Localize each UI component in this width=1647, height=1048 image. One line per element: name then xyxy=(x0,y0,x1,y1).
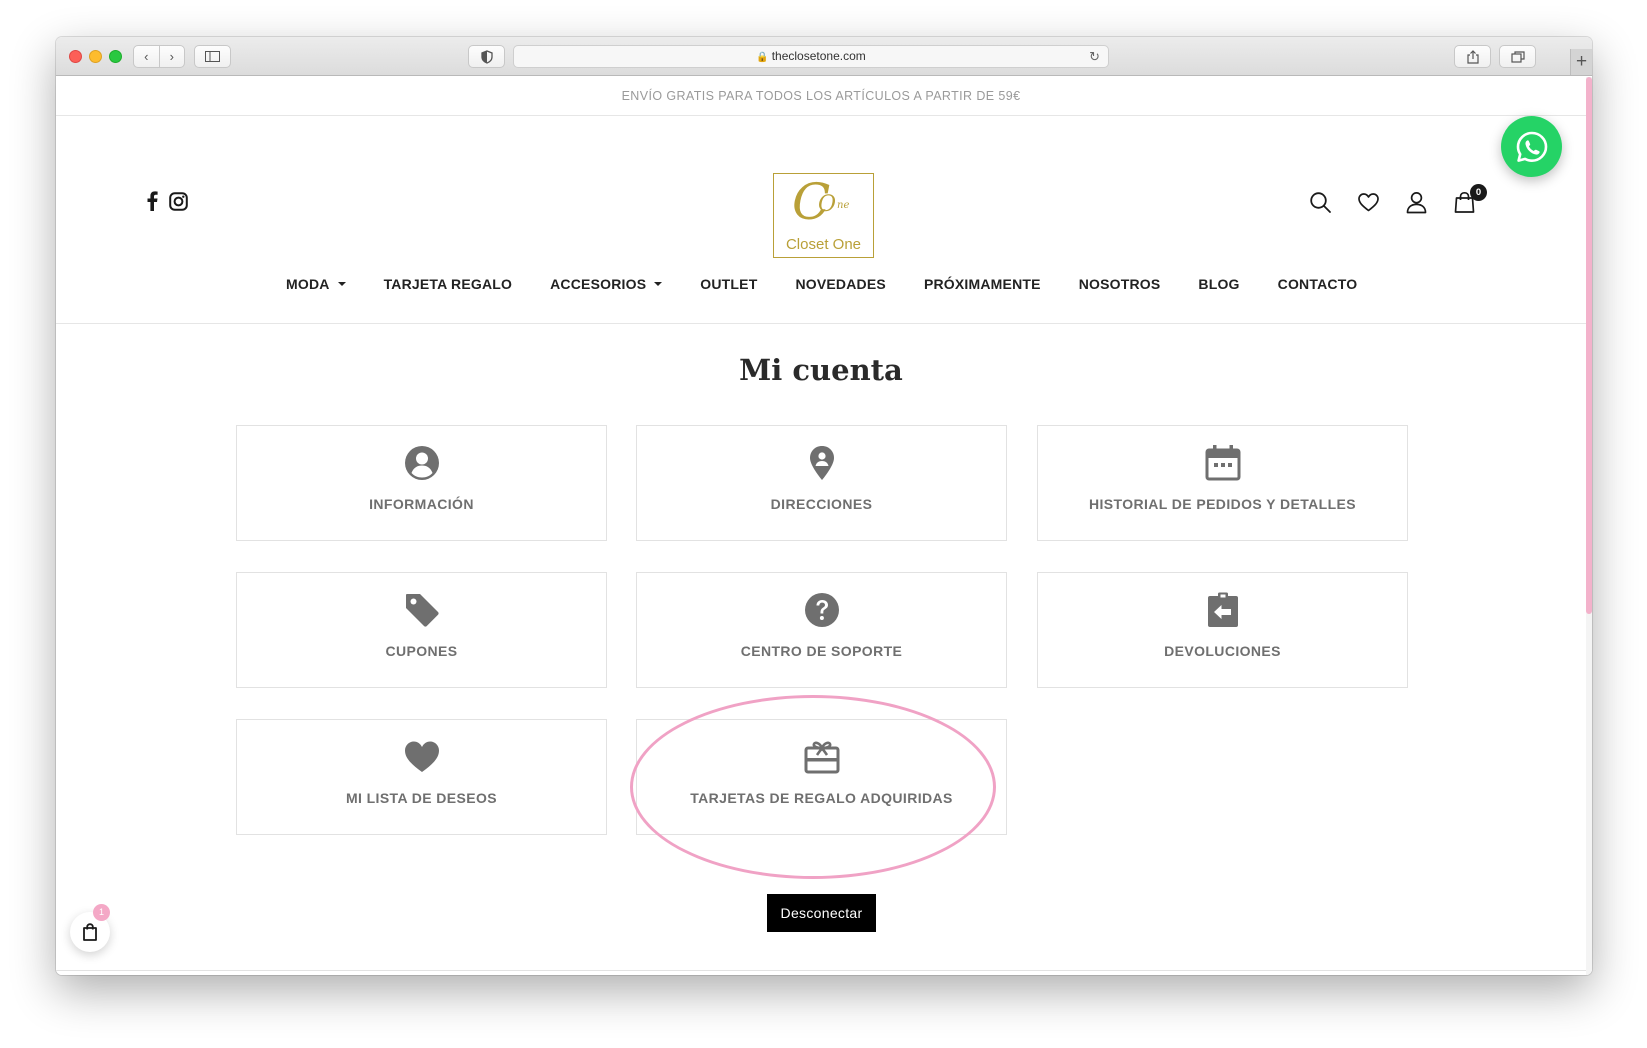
account-tile-informacion[interactable]: INFORMACIÓN xyxy=(236,425,607,541)
logo-text: Closet One xyxy=(785,236,862,253)
shield-icon xyxy=(480,49,493,64)
help-circle-icon xyxy=(804,593,839,627)
scrollbar-track[interactable] xyxy=(1586,77,1592,975)
account-tile-direcciones[interactable]: DIRECCIONES xyxy=(636,425,1007,541)
nav-item-contacto[interactable]: CONTACTO xyxy=(1278,276,1358,292)
nav-item-accesorios[interactable]: ACCESORIOS xyxy=(550,276,663,292)
cart-count-badge: 0 xyxy=(1470,184,1487,201)
close-window-button[interactable] xyxy=(69,50,82,63)
browser-window: ‹ › 🔒 theclosetone.com ↻ + ENVÍO GRATIS … xyxy=(56,37,1592,975)
tag-icon xyxy=(405,594,439,627)
tile-label: INFORMACIÓN xyxy=(369,496,474,512)
nav-item-nosotros[interactable]: NOSOTROS xyxy=(1079,276,1161,292)
tile-label: DIRECCIONES xyxy=(770,496,873,512)
chevron-left-icon[interactable]: ‹ xyxy=(134,46,159,67)
nav-item-label: OUTLET xyxy=(700,276,758,292)
account-tile-lista-de-deseos[interactable]: MI LISTA DE DESEOS xyxy=(236,719,607,835)
privacy-report-button[interactable] xyxy=(468,45,505,68)
lock-icon: 🔒 xyxy=(756,52,769,63)
account-tile-tarjetas-de-regalo[interactable]: TARJETAS DE REGALO ADQUIRIDAS xyxy=(636,719,1007,835)
page-title: Mi cuenta xyxy=(739,353,903,387)
instagram-icon[interactable] xyxy=(169,191,188,211)
tile-label: HISTORIAL DE PEDIDOS Y DETALLES xyxy=(1088,496,1357,512)
minimize-window-button[interactable] xyxy=(89,50,102,63)
nav-item-label: NOVEDADES xyxy=(795,276,886,292)
nav-item-novedades[interactable]: NOVEDADES xyxy=(795,276,885,292)
shopping-bag-icon xyxy=(83,923,97,941)
location-pin-icon xyxy=(809,446,834,480)
nav-item-label: MODA xyxy=(286,276,330,292)
nav-item-label: CONTACTO xyxy=(1277,276,1358,292)
scrollbar-thumb[interactable] xyxy=(1586,77,1592,614)
nav-item-proximamente[interactable]: PRÓXIMAMENTE xyxy=(924,276,1041,292)
history-navigation: ‹ › xyxy=(133,45,185,68)
tabs-icon xyxy=(1510,50,1525,63)
nav-item-label: TARJETA REGALO xyxy=(383,276,513,292)
return-clipboard-icon xyxy=(1207,592,1238,627)
web-page: ENVÍO GRATIS PARA TODOS LOS ARTÍCULOS A … xyxy=(56,77,1592,975)
user-icon[interactable] xyxy=(1405,191,1428,214)
caret-down-icon xyxy=(337,282,346,286)
share-icon xyxy=(1466,49,1479,64)
whatsapp-chat-button[interactable] xyxy=(1501,116,1562,177)
user-circle-icon xyxy=(404,446,439,480)
tile-label: MI LISTA DE DESEOS xyxy=(345,790,498,806)
facebook-icon[interactable] xyxy=(146,191,158,211)
logout-button[interactable]: Desconectar xyxy=(767,894,876,932)
nav-item-label: NOSOTROS xyxy=(1078,276,1161,292)
nav-item-tarjeta-regalo[interactable]: TARJETA REGALO xyxy=(384,276,513,292)
floating-cart-count: 1 xyxy=(93,904,110,921)
social-links xyxy=(146,191,188,211)
zoom-window-button[interactable] xyxy=(109,50,122,63)
heart-icon[interactable] xyxy=(1357,191,1380,214)
nav-item-label: BLOG xyxy=(1198,276,1240,292)
account-tile-centro-de-soporte[interactable]: CENTRO DE SOPORTE xyxy=(636,572,1007,688)
browser-toolbar: ‹ › 🔒 theclosetone.com ↻ + xyxy=(56,37,1592,76)
logo-mark-o: O xyxy=(818,192,837,217)
logo-mark-ne: ne xyxy=(837,200,850,211)
account-tile-devoluciones[interactable]: DEVOLUCIONES xyxy=(1037,572,1408,688)
nav-item-blog[interactable]: BLOG xyxy=(1198,276,1239,292)
main-navigation: MODA TARJETA REGALO ACCESORIOS OUTLET NO… xyxy=(286,276,1357,292)
sidebar-icon xyxy=(205,51,220,62)
tile-label: CUPONES xyxy=(385,643,458,659)
gift-card-icon xyxy=(804,741,839,774)
account-tile-cupones[interactable]: CUPONES xyxy=(236,572,607,688)
address-bar[interactable]: 🔒 theclosetone.com ↻ xyxy=(513,45,1109,68)
header-actions: 0 xyxy=(1309,184,1487,214)
chevron-right-icon[interactable]: › xyxy=(160,46,185,67)
reload-icon[interactable]: ↻ xyxy=(1089,46,1100,67)
nav-item-label: ACCESORIOS xyxy=(550,276,647,292)
whatsapp-icon xyxy=(1516,131,1547,162)
cart-button[interactable]: 0 xyxy=(1453,184,1487,214)
divider xyxy=(56,970,1586,971)
nav-item-moda[interactable]: MODA xyxy=(286,276,346,292)
shipping-announcement: ENVÍO GRATIS PARA TODOS LOS ARTÍCULOS A … xyxy=(56,77,1586,116)
floating-cart-button[interactable]: 1 xyxy=(70,904,110,952)
divider xyxy=(56,323,1586,324)
tile-label: CENTRO DE SOPORTE xyxy=(740,643,903,659)
calendar-icon xyxy=(1205,445,1240,481)
nav-item-outlet[interactable]: OUTLET xyxy=(700,276,757,292)
url-text: theclosetone.com xyxy=(771,49,866,63)
search-icon[interactable] xyxy=(1309,191,1332,214)
plus-icon[interactable]: + xyxy=(1570,49,1592,75)
caret-down-icon xyxy=(654,282,663,286)
heart-icon xyxy=(404,741,439,772)
tile-label: DEVOLUCIONES xyxy=(1164,643,1281,659)
nav-item-label: PRÓXIMAMENTE xyxy=(923,276,1041,292)
share-button[interactable] xyxy=(1454,45,1491,68)
site-logo[interactable]: C O ne Closet One xyxy=(773,173,874,258)
sidebar-toggle-button[interactable] xyxy=(194,45,231,68)
show-tabs-button[interactable] xyxy=(1499,45,1536,68)
tile-label: TARJETAS DE REGALO ADQUIRIDAS xyxy=(690,790,953,806)
account-tile-historial[interactable]: HISTORIAL DE PEDIDOS Y DETALLES xyxy=(1037,425,1408,541)
